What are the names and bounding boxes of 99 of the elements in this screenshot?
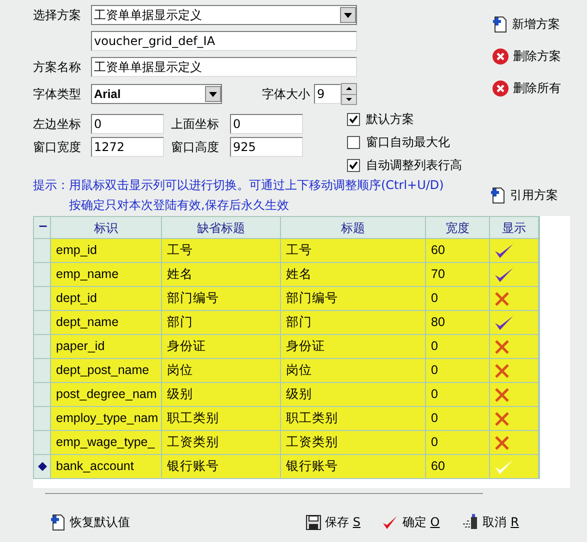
- document-plus-icon: [492, 15, 508, 33]
- ok-button[interactable]: 确定 O: [382, 513, 440, 531]
- checkbox-label: 默认方案: [366, 111, 414, 128]
- column-header[interactable]: 宽度: [426, 217, 490, 238]
- table-cell: 岗位: [162, 359, 281, 382]
- width-field[interactable]: 1272: [91, 137, 164, 157]
- table-cell: 0: [426, 335, 490, 358]
- name-field[interactable]: 工资单单据显示定义: [91, 57, 357, 77]
- field-label: 窗口高度: [171, 139, 220, 156]
- table-cell: 工资类别: [281, 431, 426, 454]
- code-field[interactable]: voucher_grid_def_IA: [91, 31, 357, 51]
- table-cell: dept_post_name: [51, 359, 162, 382]
- column-header[interactable]: 显示: [490, 217, 539, 238]
- table-cell: 身份证: [162, 335, 281, 358]
- scheme-select[interactable]: 工资单单据显示定义: [91, 5, 357, 25]
- table-cell: 部门编号: [281, 287, 426, 310]
- table-cell: 0: [426, 383, 490, 406]
- checkbox[interactable]: [347, 112, 360, 126]
- table-cell: dept_name: [51, 311, 162, 334]
- delete-icon: [492, 80, 509, 96]
- table-cell: 岗位: [281, 359, 426, 382]
- column-header[interactable]: 缺省标题: [162, 217, 281, 238]
- field-label: 左边坐标: [33, 116, 82, 133]
- column-header[interactable]: 标识: [51, 217, 162, 238]
- hint-text: 提示：用鼠标双击显示列可以进行切换。可通过上下移动调整顺序(Ctrl+U/D): [33, 177, 445, 194]
- cancel-button[interactable]: 取消 R: [462, 513, 519, 531]
- field-label: 字体大小: [262, 86, 311, 103]
- table-cell: 级别: [281, 383, 426, 406]
- table-cell: 工号: [162, 239, 281, 262]
- table-cell: 0: [426, 431, 490, 454]
- checkmark-icon[interactable]: [494, 314, 514, 330]
- cross-icon[interactable]: [494, 434, 510, 450]
- save-button[interactable]: 保存 S: [306, 513, 360, 531]
- checkbox[interactable]: [347, 136, 360, 148]
- spinner[interactable]: [341, 83, 357, 105]
- field-label: 窗口宽度: [33, 139, 82, 156]
- field-label: 字体类型: [33, 86, 82, 103]
- table-cell: post_degree_nam: [51, 383, 162, 406]
- height-field[interactable]: 925: [230, 137, 303, 157]
- document-plus-icon: [50, 513, 66, 531]
- field-label: 上面坐标: [171, 116, 220, 133]
- table-cell: emp_name: [51, 263, 162, 286]
- delete-icon: [492, 48, 509, 64]
- table-cell: 银行账号: [162, 455, 281, 478]
- table-cell: 0: [426, 407, 490, 430]
- table-cell: 70: [426, 263, 490, 286]
- checkmark-icon: [382, 514, 398, 530]
- table-cell: 0: [426, 287, 490, 310]
- cross-icon[interactable]: [494, 290, 510, 306]
- delete-button[interactable]: 删除方案: [492, 45, 561, 67]
- column-header[interactable]: 标题: [281, 217, 426, 238]
- table-cell: 部门: [281, 311, 426, 334]
- cross-icon[interactable]: [494, 410, 510, 426]
- table-cell: 姓名: [162, 263, 281, 286]
- restore-defaults-button[interactable]: 恢复默认值: [50, 513, 130, 531]
- size-field[interactable]: 9: [314, 84, 341, 104]
- table-cell: 60: [426, 455, 490, 478]
- field-label: 选择方案: [33, 7, 82, 24]
- checkmark-icon[interactable]: [494, 242, 514, 258]
- table-cell: emp_id: [51, 239, 162, 262]
- add-scheme-button[interactable]: 新增方案: [492, 13, 561, 35]
- row-indicator[interactable]: [34, 455, 51, 478]
- checkbox-label: 自动调整列表行高: [366, 157, 462, 174]
- font-select[interactable]: Arial: [91, 84, 222, 104]
- table-cell: 级别: [162, 383, 281, 406]
- current-row-icon: [38, 462, 46, 471]
- checkbox-label: 窗口自动最大化: [366, 134, 450, 151]
- hint-text: 按确定只对本次登陆有效,保存后永久生效: [68, 197, 290, 214]
- table-cell: dept_id: [51, 287, 162, 310]
- cross-icon[interactable]: [494, 386, 510, 402]
- table-cell: 工资类别: [162, 431, 281, 454]
- table-cell: emp_wage_type_: [51, 431, 162, 454]
- table-cell: 姓名: [281, 263, 426, 286]
- field-label: 方案名称: [33, 59, 82, 76]
- top-field[interactable]: 0: [230, 114, 303, 134]
- reference-scheme-button[interactable]: 引用方案: [490, 184, 558, 206]
- table-cell: paper_id: [51, 335, 162, 358]
- exit-icon: [462, 514, 479, 530]
- table-cell: employ_type_nam: [51, 407, 162, 430]
- table-cell: 0: [426, 359, 490, 382]
- table-cell: 部门: [162, 311, 281, 334]
- checkbox[interactable]: [347, 158, 360, 172]
- cross-icon[interactable]: [494, 338, 510, 354]
- table-cell: 职工类别: [162, 407, 281, 430]
- table-cell: 身份证: [281, 335, 426, 358]
- checkmark-icon[interactable]: [494, 458, 514, 474]
- table-cell: 银行账号: [281, 455, 426, 478]
- checkmark-icon[interactable]: [494, 266, 514, 282]
- table-cell: 80: [426, 311, 490, 334]
- table-cell: 工号: [281, 239, 426, 262]
- cross-icon[interactable]: [494, 362, 510, 378]
- document-plus-icon: [490, 186, 506, 204]
- table-cell: 部门编号: [162, 287, 281, 310]
- table-cell: bank_account: [51, 455, 162, 478]
- header-cell: −: [34, 217, 51, 238]
- table-cell: 职工类别: [281, 407, 426, 430]
- table-cell: 60: [426, 239, 490, 262]
- left-field[interactable]: 0: [91, 114, 164, 134]
- delete-button[interactable]: 删除所有: [492, 77, 561, 99]
